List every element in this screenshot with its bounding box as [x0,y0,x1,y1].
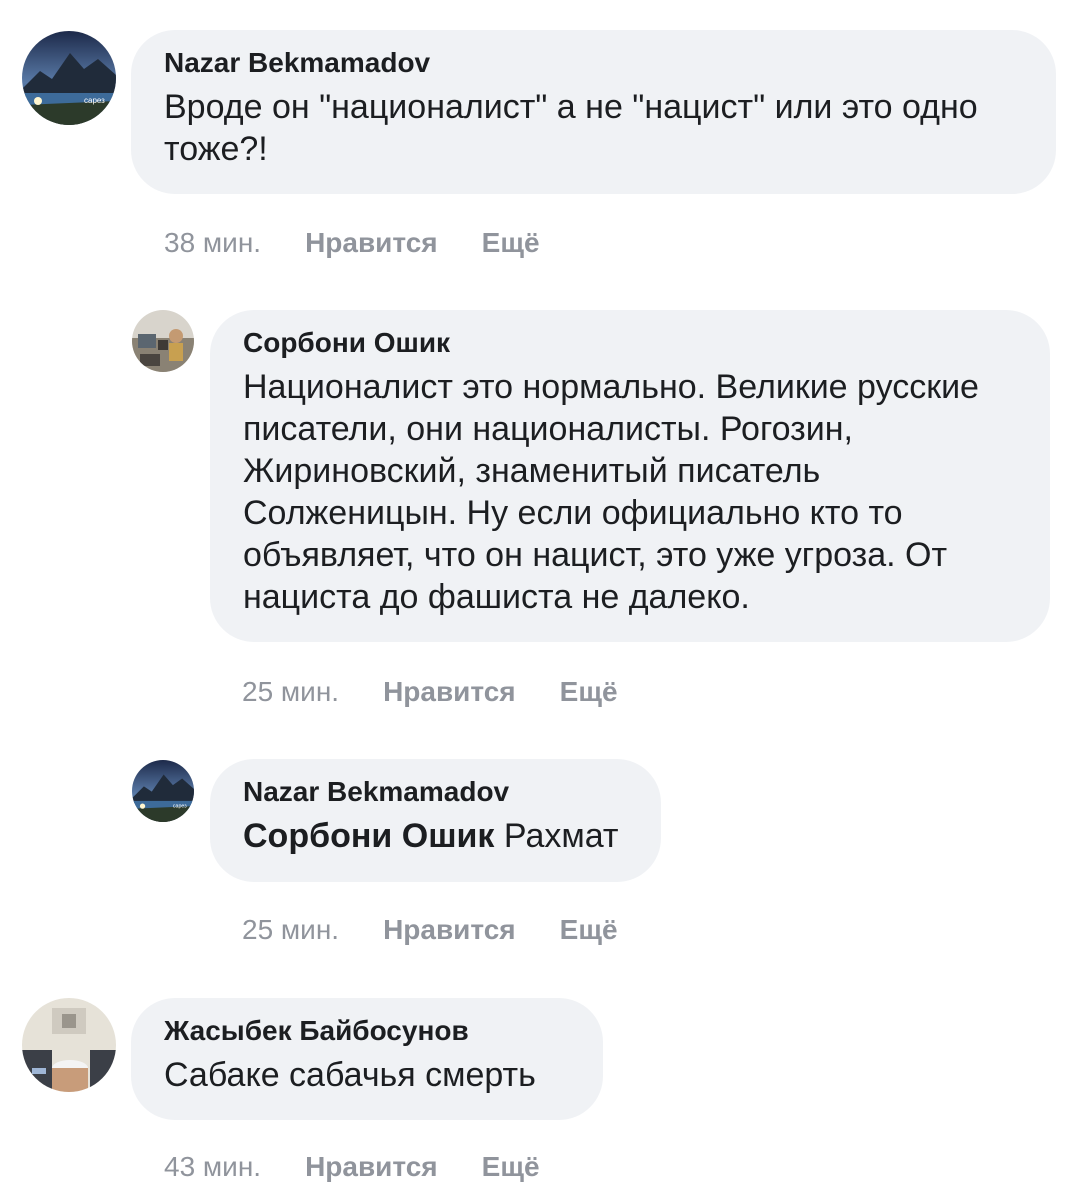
more-button[interactable]: Ещё [482,226,540,260]
profile-photo-icon: сарез [22,31,116,125]
more-button[interactable]: Ещё [560,675,618,709]
comment-author[interactable]: Nazar Bekmamadov [243,775,629,809]
comment-time[interactable]: 25 мин. [242,675,339,709]
comment-bubble: Nazar Bekmamadov Вроде он "националист" … [131,30,1056,194]
comment-actions: 25 мин. Нравится Ещё [242,913,618,947]
comment-author[interactable]: Жасыбек Байбосунов [164,1014,571,1048]
comment-actions: 25 мин. Нравится Ещё [242,675,618,709]
comment-author[interactable]: Nazar Bekmamadov [164,46,1024,80]
comment-time[interactable]: 25 мин. [242,913,339,947]
avatar-nazar[interactable]: сарез [132,760,194,822]
comment-time[interactable]: 38 мин. [164,226,261,260]
comment-bubble: Nazar Bekmamadov Сорбони Ошик Рахмат [210,759,661,882]
comment-text: Сабаке сабачья смерть [164,1056,536,1094]
avatar-sorboni[interactable] [132,310,194,372]
comment-time[interactable]: 43 мин. [164,1150,261,1184]
comment-bubble: Сорбони Ошик Националист это нормально. … [210,310,1050,642]
avatar-zhasybek[interactable] [22,998,116,1092]
comment-actions: 43 мин. Нравится Ещё [164,1150,540,1184]
avatar-caption: сарез [84,96,105,105]
comment-author[interactable]: Сорбони Ошик [243,326,1018,360]
profile-photo-icon [22,998,116,1092]
comment-text: Вроде он "националист" а не "нацист" или… [164,88,978,168]
avatar-nazar[interactable]: сарез [22,31,116,125]
mention-link[interactable]: Сорбони Ошик [243,817,494,855]
more-button[interactable]: Ещё [560,913,618,947]
like-button[interactable]: Нравится [305,1150,438,1184]
like-button[interactable]: Нравится [383,913,516,947]
comment-text-body: Рахмат [503,817,619,855]
avatar-caption: сарез [173,803,187,809]
comment-text: Националист это нормально. Великие русск… [243,368,979,616]
comment-actions: 38 мин. Нравится Ещё [164,226,540,260]
more-button[interactable]: Ещё [482,1150,540,1184]
comment-bubble: Жасыбек Байбосунов Сабаке сабачья смерть [131,998,603,1120]
like-button[interactable]: Нравится [305,226,438,260]
comment-text: Сорбони Ошик Рахмат [243,815,629,857]
profile-photo-icon [132,310,194,372]
profile-photo-icon: сарез [132,760,194,822]
like-button[interactable]: Нравится [383,675,516,709]
